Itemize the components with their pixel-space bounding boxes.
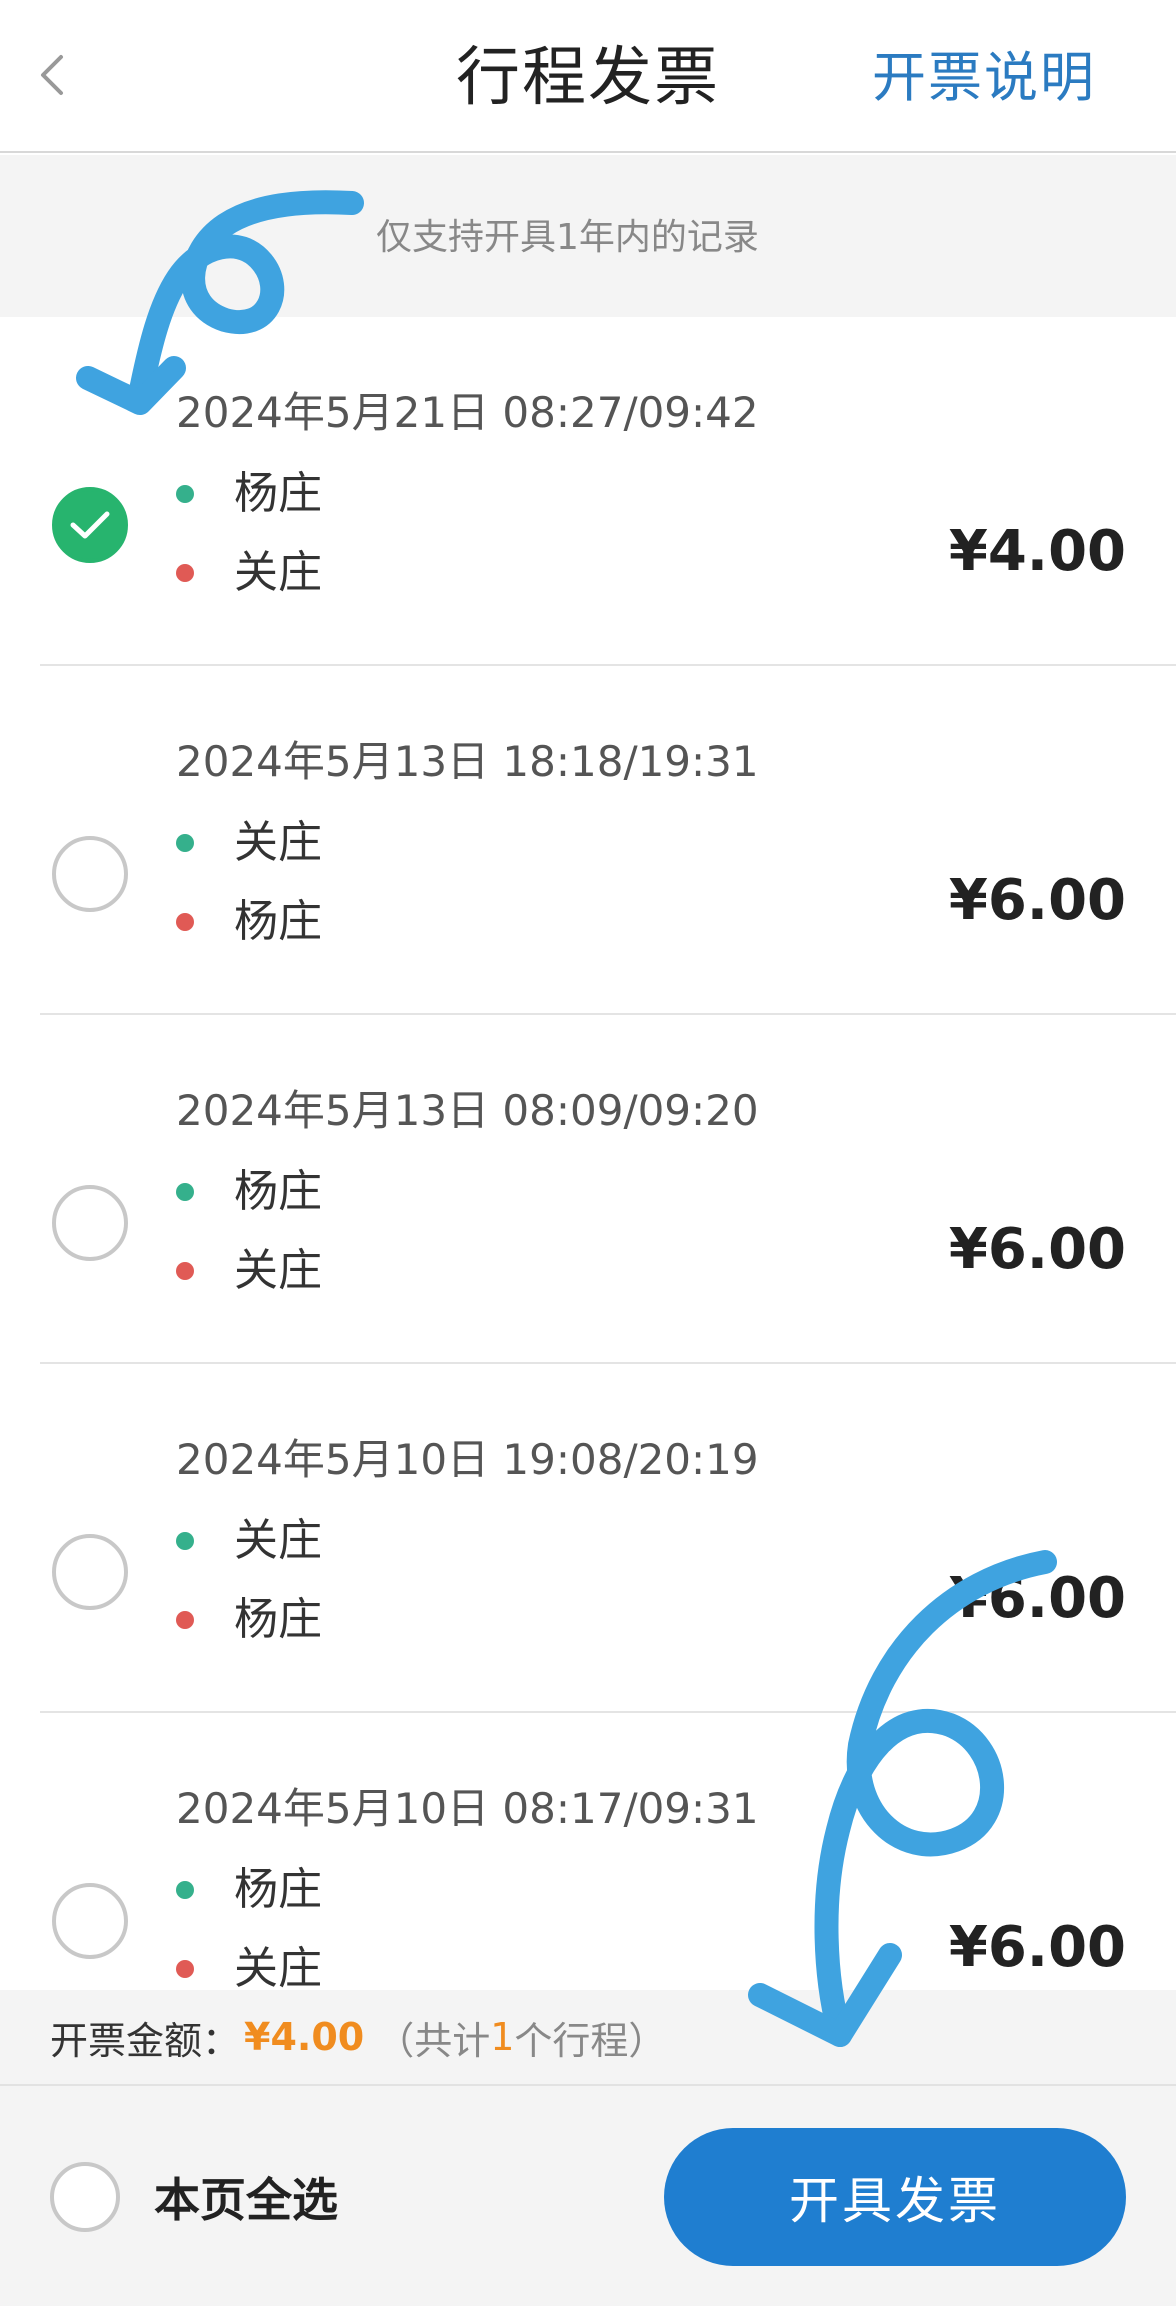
- select-all-checkbox[interactable]: [50, 2162, 120, 2232]
- origin-stop: 杨庄: [176, 1162, 322, 1222]
- trip-time: 2024年5月10日 19:08/20:19: [176, 1435, 759, 1484]
- origin-dot-icon: [176, 834, 194, 852]
- invoice-amount: ¥4.00: [244, 2015, 365, 2059]
- origin-name: 杨庄: [234, 1166, 322, 1217]
- trip-count: 1: [490, 2015, 515, 2059]
- select-all-toggle[interactable]: 本页全选: [50, 2162, 338, 2232]
- trip-select-checkbox[interactable]: [52, 1185, 128, 1261]
- select-all-label: 本页全选: [154, 2173, 338, 2227]
- destination-stop: 杨庄: [176, 892, 322, 952]
- origin-stop: 关庄: [176, 1511, 322, 1571]
- trip-select-checkbox[interactable]: [52, 1883, 128, 1959]
- trip-select-checkbox[interactable]: [52, 1534, 128, 1610]
- destination-dot-icon: [176, 913, 194, 931]
- check-icon: [70, 511, 110, 539]
- destination-dot-icon: [176, 564, 194, 582]
- destination-name: 杨庄: [234, 896, 322, 947]
- destination-stop: 关庄: [176, 543, 322, 603]
- destination-dot-icon: [176, 1611, 194, 1629]
- top-bar: 行程发票 开票说明: [0, 0, 1176, 153]
- origin-dot-icon: [176, 1532, 194, 1550]
- trip-time: 2024年5月21日 08:27/09:42: [176, 388, 759, 437]
- destination-name: 关庄: [234, 1245, 322, 1296]
- trip-time: 2024年5月10日 08:17/09:31: [176, 1784, 759, 1833]
- invoice-help-link[interactable]: 开票说明: [872, 40, 1096, 116]
- trip-item[interactable]: 2024年5月13日 18:18/19:31 关庄 杨庄 ¥6.00: [0, 666, 1176, 1015]
- trip-price: ¥4.00: [948, 519, 1126, 584]
- trip-price: ¥6.00: [948, 1217, 1126, 1282]
- trip-count-suffix: 个行程）: [514, 2018, 667, 2063]
- destination-stop: 杨庄: [176, 1590, 322, 1650]
- origin-name: 杨庄: [234, 1864, 322, 1915]
- notice-banner: 仅支持开具1年内的记录: [0, 155, 1176, 317]
- invoice-summary: 开票金额： ¥4.00 （共计 1 个行程）: [0, 1990, 1176, 2084]
- trip-price: ¥6.00: [948, 1566, 1126, 1631]
- trip-item[interactable]: 2024年5月10日 19:08/20:19 关庄 杨庄 ¥6.00: [0, 1364, 1176, 1713]
- trip-time: 2024年5月13日 08:09/09:20: [176, 1086, 759, 1135]
- trip-list: 2024年5月21日 08:27/09:42 杨庄 关庄 ¥4.00 2024年…: [0, 317, 1176, 2062]
- trip-select-checkbox[interactable]: [52, 836, 128, 912]
- destination-stop: 关庄: [176, 1241, 322, 1301]
- trip-price: ¥6.00: [948, 1915, 1126, 1980]
- destination-name: 关庄: [234, 547, 322, 598]
- origin-name: 关庄: [234, 1515, 322, 1566]
- origin-dot-icon: [176, 1881, 194, 1899]
- origin-dot-icon: [176, 1183, 194, 1201]
- notice-text: 仅支持开具1年内的记录: [376, 217, 759, 258]
- trip-select-checkbox[interactable]: [52, 487, 128, 563]
- origin-stop: 杨庄: [176, 1860, 322, 1920]
- issue-invoice-button[interactable]: 开具发票: [664, 2128, 1126, 2266]
- destination-name: 杨庄: [234, 1594, 322, 1645]
- trip-count-prefix: （共计: [376, 2018, 491, 2063]
- destination-dot-icon: [176, 1262, 194, 1280]
- origin-stop: 杨庄: [176, 464, 322, 524]
- origin-dot-icon: [176, 485, 194, 503]
- trip-price: ¥6.00: [948, 868, 1126, 933]
- bottom-action-bar: 本页全选 开具发票: [0, 2084, 1176, 2306]
- origin-name: 关庄: [234, 817, 322, 868]
- trip-time: 2024年5月13日 18:18/19:31: [176, 737, 759, 786]
- destination-dot-icon: [176, 1960, 194, 1978]
- summary-label: 开票金额：: [50, 2018, 241, 2063]
- origin-stop: 关庄: [176, 813, 322, 873]
- trip-item[interactable]: 2024年5月13日 08:09/09:20 杨庄 关庄 ¥6.00: [0, 1015, 1176, 1364]
- trip-item[interactable]: 2024年5月21日 08:27/09:42 杨庄 关庄 ¥4.00: [0, 317, 1176, 666]
- origin-name: 杨庄: [234, 468, 322, 519]
